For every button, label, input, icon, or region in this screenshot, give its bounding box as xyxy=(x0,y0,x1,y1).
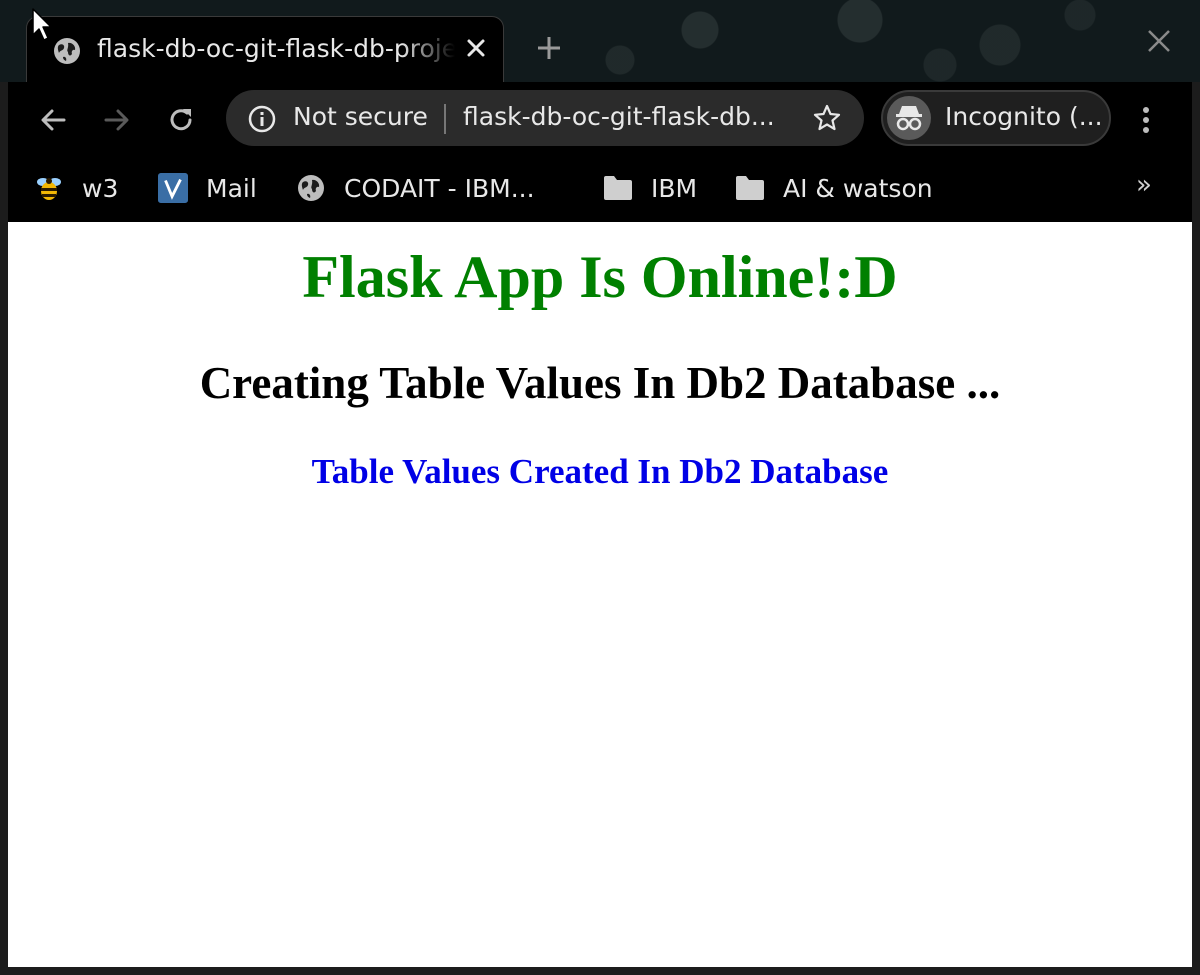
security-status-label[interactable]: Not secure xyxy=(293,102,428,132)
page-subheading: Creating Table Values In Db2 Database ..… xyxy=(199,358,1001,408)
bee-icon xyxy=(34,173,64,203)
bookmark-codait[interactable]: CODAIT - IBM... xyxy=(296,168,535,208)
incognito-icon xyxy=(896,106,922,131)
page-content: Flask App Is Online!:D Creating Table Va… xyxy=(8,222,1192,967)
incognito-label: Incognito (... xyxy=(945,102,1103,131)
bookmark-star-icon[interactable] xyxy=(812,103,842,133)
globe-icon xyxy=(296,173,326,203)
folder-icon xyxy=(603,173,633,203)
back-arrow-icon[interactable] xyxy=(37,104,69,136)
incognito-avatar xyxy=(887,96,931,140)
kebab-menu-icon[interactable] xyxy=(1136,104,1156,136)
omnibox-divider xyxy=(444,104,446,134)
window-close-button[interactable] xyxy=(1146,28,1172,54)
bookmark-folder-ibm[interactable]: IBM xyxy=(603,168,697,208)
url-text[interactable]: flask-db-oc-git-flask-db... xyxy=(463,102,775,132)
bookmark-label: CODAIT - IBM... xyxy=(344,173,535,203)
title-bar: flask-db-oc-git-flask-db-project xyxy=(0,0,1200,82)
browser-window: flask-db-oc-git-flask-db-project Not sec… xyxy=(0,0,1200,975)
globe-icon xyxy=(54,38,80,64)
bookmark-label: IBM xyxy=(651,173,698,203)
page-heading: Flask App Is Online!:D xyxy=(302,244,898,310)
active-tab[interactable]: flask-db-oc-git-flask-db-project xyxy=(26,16,504,82)
bookmark-mail[interactable]: Mail xyxy=(158,168,257,208)
mail-icon xyxy=(158,173,188,203)
bookmark-label: Mail xyxy=(206,173,257,203)
bookmarks-overflow-button[interactable]: » xyxy=(1136,170,1152,200)
close-tab-icon[interactable] xyxy=(463,35,489,61)
reload-icon[interactable] xyxy=(165,104,197,136)
address-bar[interactable]: Not secure flask-db-oc-git-flask-db... xyxy=(226,90,864,146)
bookmark-label: w3 xyxy=(82,173,119,203)
bookmark-w3[interactable]: w3 xyxy=(34,168,118,208)
new-tab-button[interactable] xyxy=(535,34,563,62)
toolbar: Not secure flask-db-oc-git-flask-db... I… xyxy=(8,82,1192,158)
incognito-profile-button[interactable]: Incognito (... xyxy=(881,90,1111,146)
mouse-cursor-icon xyxy=(32,8,52,41)
info-icon[interactable] xyxy=(248,105,276,133)
folder-icon xyxy=(735,173,765,203)
tab-title: flask-db-oc-git-flask-db-project xyxy=(97,34,455,63)
bookmark-label: AI & watson xyxy=(783,173,933,203)
forward-arrow-icon[interactable] xyxy=(101,104,133,136)
bookmarks-bar: w3 Mail CODAIT - IBM... IBM AI & watson … xyxy=(8,158,1192,222)
bookmark-folder-ai-watson[interactable]: AI & watson xyxy=(735,168,933,208)
status-message: Table Values Created In Db2 Database xyxy=(311,452,889,491)
